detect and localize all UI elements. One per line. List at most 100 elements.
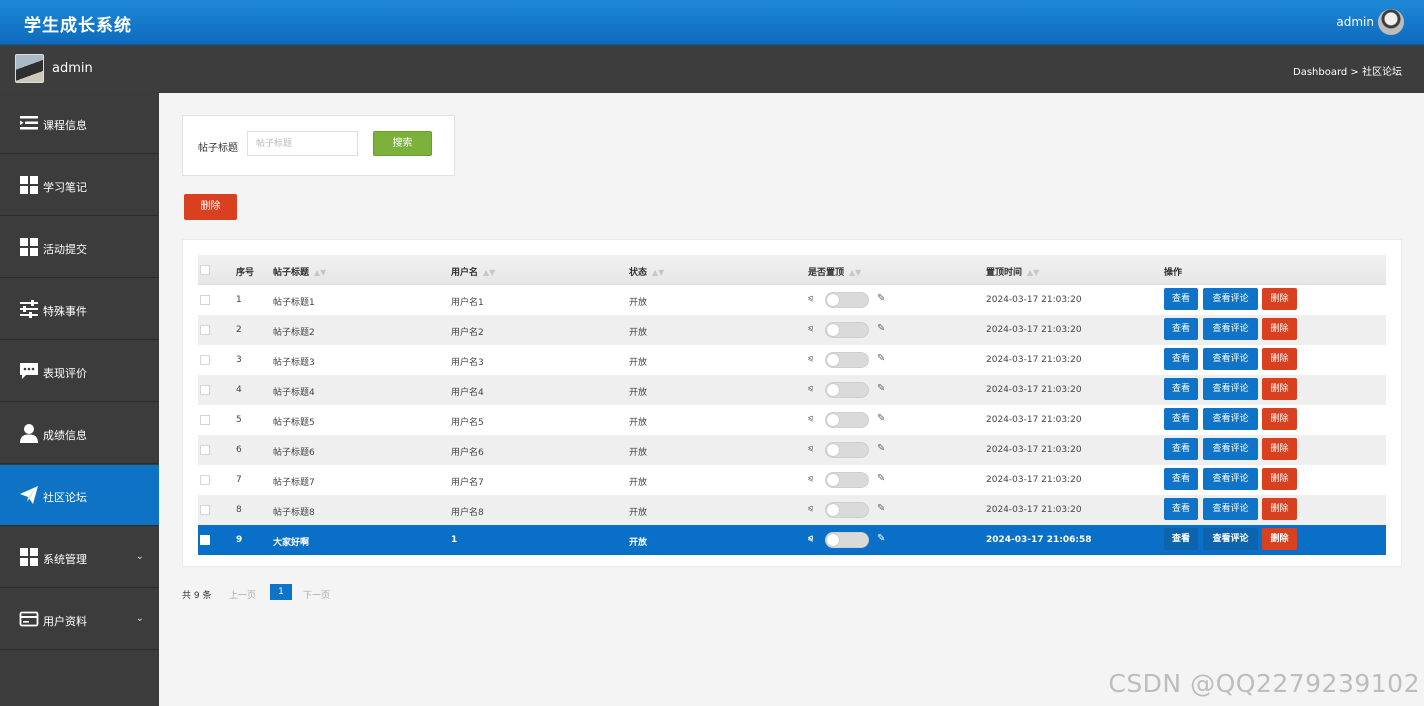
column-header-actions: 操作 (1164, 268, 1183, 278)
edit-icon[interactable]: ✎ (877, 293, 885, 304)
sidebar-item-grades[interactable]: 成绩信息 (0, 403, 159, 464)
view-button[interactable]: 查看 (1164, 318, 1198, 340)
row-checkbox[interactable] (200, 415, 210, 425)
view-comments-button[interactable]: 查看评论 (1203, 528, 1258, 550)
cell-pin-time: 2024-03-17 21:03:20 (986, 295, 1082, 305)
view-button[interactable]: 查看 (1164, 348, 1198, 370)
delete-button[interactable]: 删除 (1262, 378, 1297, 400)
edit-icon[interactable]: ✎ (877, 533, 885, 544)
delete-button[interactable]: 删除 (1262, 348, 1297, 370)
sidebar-item-system-admin[interactable]: 系统管理 ⌄ (0, 527, 159, 588)
delete-button[interactable]: 删除 (1262, 498, 1297, 520)
pin-toggle[interactable] (825, 322, 869, 338)
pin-toggle[interactable] (825, 442, 869, 458)
delete-button[interactable]: 删除 (1262, 468, 1297, 490)
row-checkbox[interactable] (200, 475, 210, 485)
sidebar-item-study-notes[interactable]: 学习笔记 (0, 155, 159, 216)
delete-button[interactable]: 删除 (1262, 528, 1297, 550)
row-checkbox[interactable] (200, 325, 210, 335)
row-checkbox[interactable] (200, 445, 210, 455)
table-row[interactable]: 5 帖子标题5 用户名5 开放 ⪨ ✎ 2024-03-17 21:03:20 查看 查看评论删… (198, 405, 1386, 435)
delete-button[interactable]: 删除 (1262, 408, 1297, 430)
column-header-pin-time[interactable]: 置顶时间 ▲▼ (986, 265, 1039, 278)
column-header-user[interactable]: 用户名 ▲▼ (451, 265, 495, 278)
column-header-pinned[interactable]: 是否置顶 ▲▼ (808, 265, 861, 278)
table-row[interactable]: 4 帖子标题4 用户名4 开放 ⪨ ✎ 2024-03-17 21:03:20 查看 查看评论删… (198, 375, 1386, 405)
card-icon (19, 611, 39, 627)
next-page-button[interactable]: 下一页 (303, 588, 330, 601)
delete-button[interactable]: 删除 (1262, 438, 1297, 460)
view-button[interactable]: 查看 (1164, 408, 1198, 430)
pin-toggle[interactable] (825, 472, 869, 488)
delete-button[interactable]: 删除 (1262, 288, 1297, 310)
edit-icon[interactable]: ✎ (877, 323, 885, 334)
delete-button[interactable]: 删除 (1262, 318, 1297, 340)
table-row[interactable]: 6 帖子标题6 用户名6 开放 ⪨ ✎ 2024-03-17 21:03:20 查看 查看评论删… (198, 435, 1386, 465)
sidebar-item-course-info[interactable]: 课程信息 (0, 93, 159, 154)
pin-toggle[interactable] (825, 502, 869, 518)
sidebar-item-activity-submit[interactable]: 活动提交 (0, 217, 159, 278)
view-comments-button[interactable]: 查看评论 (1203, 498, 1258, 520)
pin-toggle[interactable] (825, 532, 869, 548)
view-button[interactable]: 查看 (1164, 378, 1198, 400)
edit-icon[interactable]: ✎ (877, 353, 885, 364)
sidebar-item-label: 课程信息 (43, 119, 87, 132)
view-comments-button[interactable]: 查看评论 (1203, 348, 1258, 370)
cell-pin-time: 2024-03-17 21:03:20 (986, 415, 1082, 425)
sidebar-item-forum[interactable]: 社区论坛 (0, 465, 159, 526)
row-checkbox[interactable] (200, 505, 210, 515)
table-row[interactable]: 2 帖子标题2 用户名2 开放 ⪨ ✎ 2024-03-17 21:03:20 查看 查看评论删… (198, 315, 1386, 345)
table-row[interactable]: 8 帖子标题8 用户名8 开放 ⪨ ✎ 2024-03-17 21:03:20 查看 查看评论删… (198, 495, 1386, 525)
bulk-delete-button[interactable]: 删除 (184, 194, 237, 220)
column-header-title[interactable]: 帖子标题 ▲▼ (273, 265, 326, 278)
sort-icon[interactable]: ▲▼ (1027, 268, 1039, 277)
table-row[interactable]: 3 帖子标题3 用户名3 开放 ⪨ ✎ 2024-03-17 21:03:20 查看 查看评论删… (198, 345, 1386, 375)
row-checkbox[interactable] (200, 355, 210, 365)
sort-icon[interactable]: ▲▼ (849, 268, 861, 277)
view-button[interactable]: 查看 (1164, 498, 1198, 520)
chevron-down-icon: ⌄ (135, 613, 144, 624)
edit-icon[interactable]: ✎ (877, 473, 885, 484)
edit-icon[interactable]: ✎ (877, 413, 885, 424)
top-username[interactable]: admin (1336, 15, 1374, 29)
view-button[interactable]: 查看 (1164, 528, 1198, 550)
view-comments-button[interactable]: 查看评论 (1203, 318, 1258, 340)
row-checkbox[interactable] (200, 295, 210, 305)
select-all-checkbox[interactable] (200, 265, 210, 275)
avatar[interactable] (1378, 9, 1404, 35)
table-row[interactable]: 9 大家好啊 1 开放 ⪨ ✎ 2024-03-17 21:06:58 查看 查看评论 删除 (198, 525, 1386, 555)
pin-toggle[interactable] (825, 292, 869, 308)
view-button[interactable]: 查看 (1164, 468, 1198, 490)
search-button[interactable]: 搜索 (373, 131, 432, 156)
column-header-status[interactable]: 状态 ▲▼ (629, 265, 664, 278)
table-row[interactable]: 1 帖子标题1 用户名1 开放 ⪨ ✎ 2024-03-17 21:03:20 查看 查看评论删… (198, 285, 1386, 315)
sidebar-item-performance-eval[interactable]: 表现评价 (0, 341, 159, 402)
pin-toggle[interactable] (825, 352, 869, 368)
row-checkbox[interactable] (200, 385, 210, 395)
pin-toggle[interactable] (825, 382, 869, 398)
view-comments-button[interactable]: 查看评论 (1203, 438, 1258, 460)
sidebar-item-special-events[interactable]: 特殊事件 (0, 279, 159, 340)
edit-icon[interactable]: ✎ (877, 443, 885, 454)
page-button-current[interactable]: 1 (270, 584, 292, 600)
pin-toggle[interactable] (825, 412, 869, 428)
view-button[interactable]: 查看 (1164, 438, 1198, 460)
view-comments-button[interactable]: 查看评论 (1203, 288, 1258, 310)
cell-no: 2 (236, 325, 242, 335)
sidebar-item-user-profile[interactable]: 用户资料 ⌄ (0, 589, 159, 650)
edit-icon[interactable]: ✎ (877, 383, 885, 394)
view-comments-button[interactable]: 查看评论 (1203, 408, 1258, 430)
cell-user: 用户名2 (451, 328, 484, 338)
sort-icon[interactable]: ▲▼ (483, 268, 495, 277)
edit-icon[interactable]: ✎ (877, 503, 885, 514)
sort-icon[interactable]: ▲▼ (314, 268, 326, 277)
sort-icon[interactable]: ▲▼ (652, 268, 664, 277)
table-row[interactable]: 7 帖子标题7 用户名7 开放 ⪨ ✎ 2024-03-17 21:03:20 查看 查看评论删… (198, 465, 1386, 495)
search-input[interactable] (247, 131, 358, 156)
view-comments-button[interactable]: 查看评论 (1203, 378, 1258, 400)
view-comments-button[interactable]: 查看评论 (1203, 468, 1258, 490)
prev-page-button[interactable]: 上一页 (229, 588, 256, 601)
row-checkbox[interactable] (200, 535, 210, 545)
view-button[interactable]: 查看 (1164, 288, 1198, 310)
app-title: 学生成长系统 (24, 16, 132, 36)
